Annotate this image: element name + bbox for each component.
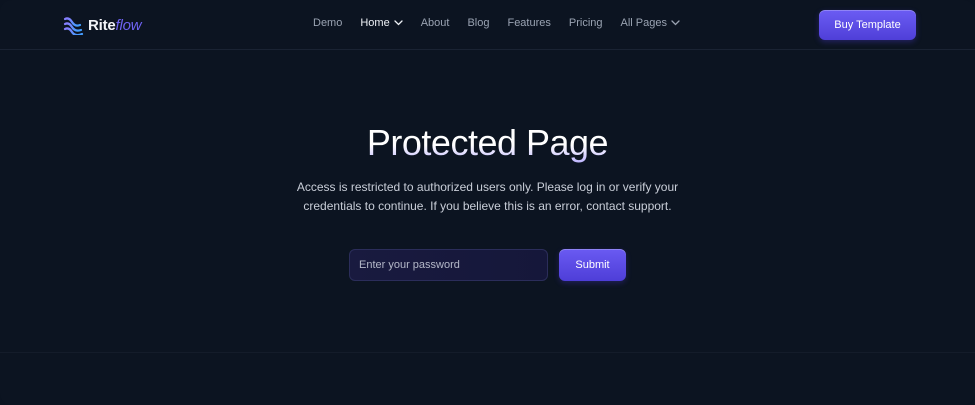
password-input[interactable] xyxy=(349,249,548,281)
nav-item-label: Demo xyxy=(313,17,343,29)
nav-item-label: Blog xyxy=(467,17,490,29)
buy-template-button[interactable]: Buy Template xyxy=(819,10,916,40)
nav-item-about[interactable]: About xyxy=(421,17,450,29)
site-header: Riteflow Demo Home About Blog Features P… xyxy=(0,0,975,50)
nav-item-label: Home xyxy=(360,17,390,29)
description-line: Access is restricted to authorized users… xyxy=(296,180,679,194)
page-frame: Riteflow Demo Home About Blog Features P… xyxy=(0,0,975,405)
nav-item-pricing[interactable]: Pricing xyxy=(569,17,603,29)
brand-logo[interactable]: Riteflow xyxy=(63,15,142,35)
nav-item-all-pages[interactable]: All Pages xyxy=(621,17,680,29)
nav-item-demo[interactable]: Demo xyxy=(313,17,342,29)
submit-button[interactable]: Submit xyxy=(559,249,626,281)
nav-item-home[interactable]: Home xyxy=(360,17,403,29)
riteflow-logo-icon xyxy=(63,17,84,35)
nav-item-label: About xyxy=(420,17,450,29)
nav-item-label: Pricing xyxy=(568,17,603,29)
nav-item-blog[interactable]: Blog xyxy=(467,17,489,29)
brand-name-accent: flow xyxy=(115,16,142,34)
page-description: Access is restricted to authorized users… xyxy=(0,178,975,216)
nav-item-label: Features xyxy=(507,17,551,29)
section-divider xyxy=(0,352,975,353)
chevron-down-icon xyxy=(671,20,680,26)
nav-item-features[interactable]: Features xyxy=(507,17,550,29)
chevron-down-icon xyxy=(394,20,403,26)
description-line: credentials to continue. If you believe … xyxy=(303,199,672,213)
brand-name-main: Rite xyxy=(88,16,116,34)
nav-item-label: All Pages xyxy=(620,17,667,29)
main-nav: Demo Home About Blog Features Pricing Al… xyxy=(313,17,698,29)
page-title: Protected Page xyxy=(0,122,975,164)
brand-name: Riteflow xyxy=(88,16,142,34)
